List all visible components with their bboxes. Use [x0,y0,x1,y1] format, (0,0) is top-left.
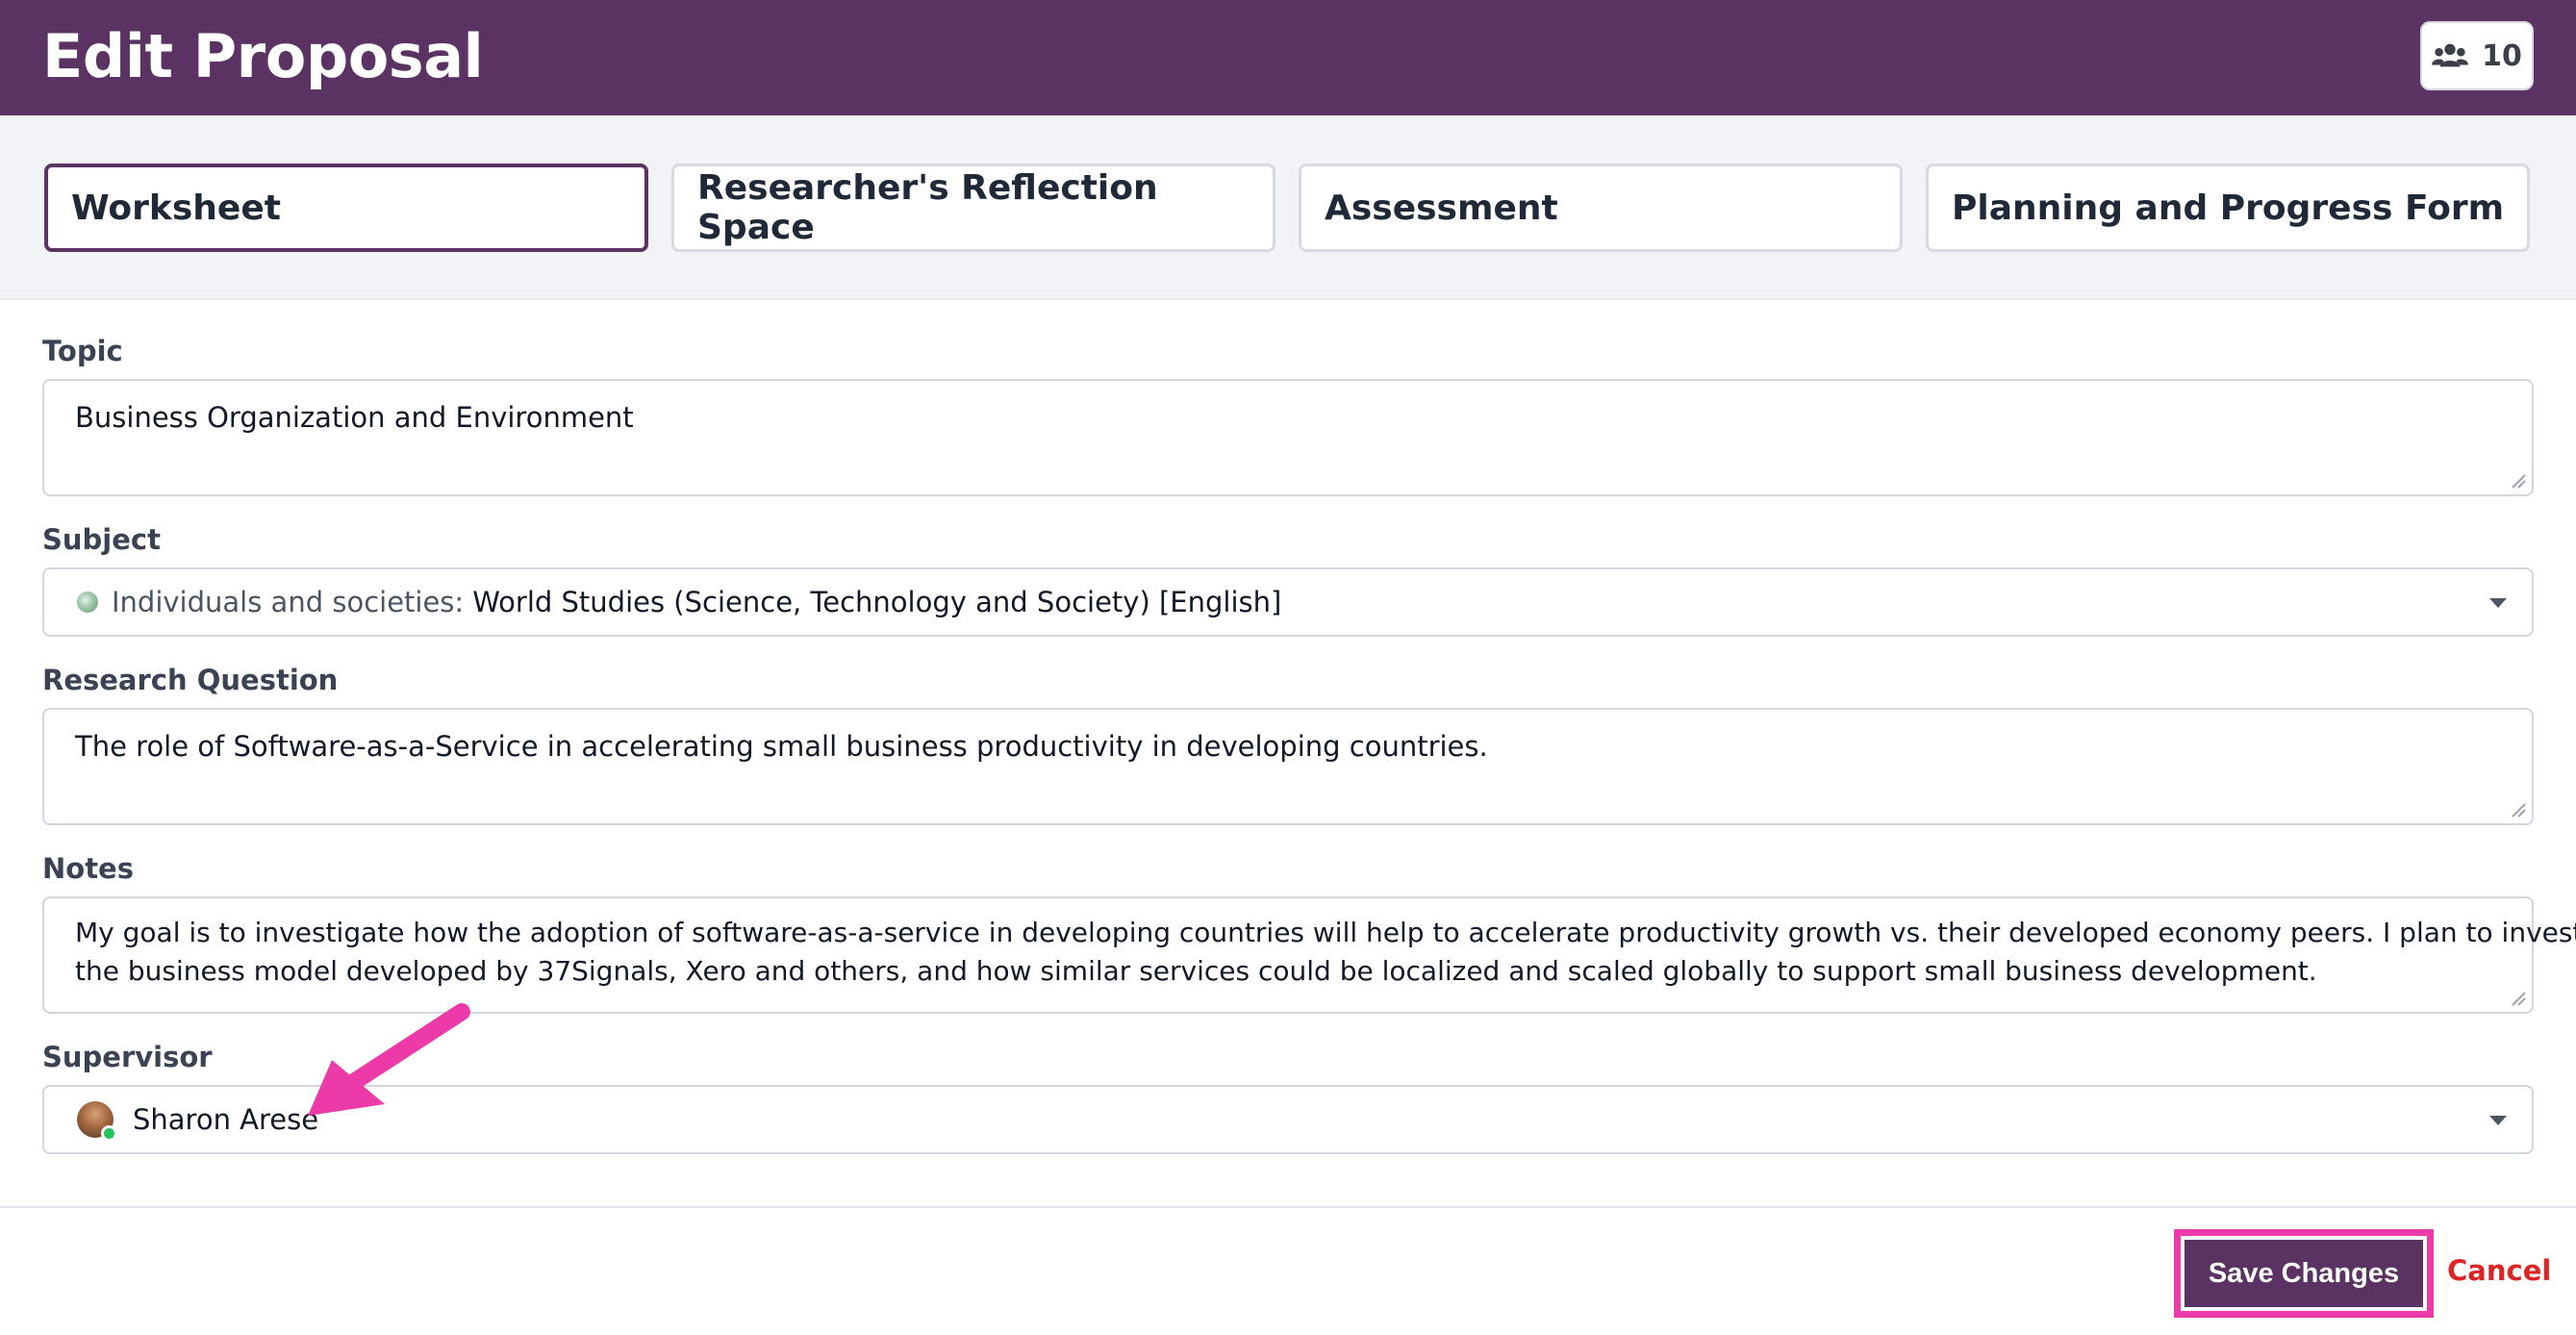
footer-divider [0,1206,2576,1208]
topic-label: Topic [42,335,123,367]
members-button[interactable]: 10 [2420,21,2534,90]
page-title: Edit Proposal [42,21,484,91]
notes-line-2: the business model developed by 37Signal… [75,955,2317,987]
subject-select[interactable]: Individuals and societies: World Studies… [42,567,2534,637]
research-question-field[interactable]: The role of Software-as-a-Service in acc… [42,708,2534,825]
notes-label: Notes [42,852,134,885]
resize-grip-icon[interactable] [2509,800,2526,818]
topic-field[interactable]: Business Organization and Environment [42,379,2534,496]
online-status-icon [101,1125,117,1142]
chevron-down-icon [2489,1116,2507,1125]
avatar [77,1101,117,1142]
tab-reflection-space[interactable]: Researcher's Reflection Space [671,164,1275,252]
tabs-bar: Worksheet Researcher's Reflection Space … [0,115,2576,300]
research-question-value: The role of Software-as-a-Service in acc… [75,730,1488,763]
notes-line-1: My goal is to investigate how the adopti… [75,917,2576,948]
resize-grip-icon[interactable] [2509,989,2526,1006]
topic-value: Business Organization and Environment [75,401,634,434]
subject-label: Subject [42,523,161,556]
resize-grip-icon[interactable] [2509,471,2526,489]
tab-assessment[interactable]: Assessment [1299,164,1903,252]
supervisor-label: Supervisor [42,1041,213,1073]
subject-group-icon [77,592,98,613]
tab-worksheet[interactable]: Worksheet [44,164,648,252]
save-button[interactable]: Save Changes [2185,1240,2423,1307]
chevron-down-icon [2489,598,2507,608]
members-count: 10 [2482,38,2522,73]
subject-group: Individuals and societies: [112,586,465,618]
page-header: Edit Proposal 10 [0,0,2576,115]
research-question-label: Research Question [42,664,339,696]
annotation-arrow-icon [308,1003,470,1116]
subject-value: World Studies (Science, Technology and S… [472,586,1282,618]
users-icon [2432,43,2469,67]
cancel-link[interactable]: Cancel [2447,1254,2551,1287]
notes-field[interactable]: My goal is to investigate how the adopti… [42,896,2576,1014]
tab-planning-progress[interactable]: Planning and Progress Form [1926,164,2530,252]
